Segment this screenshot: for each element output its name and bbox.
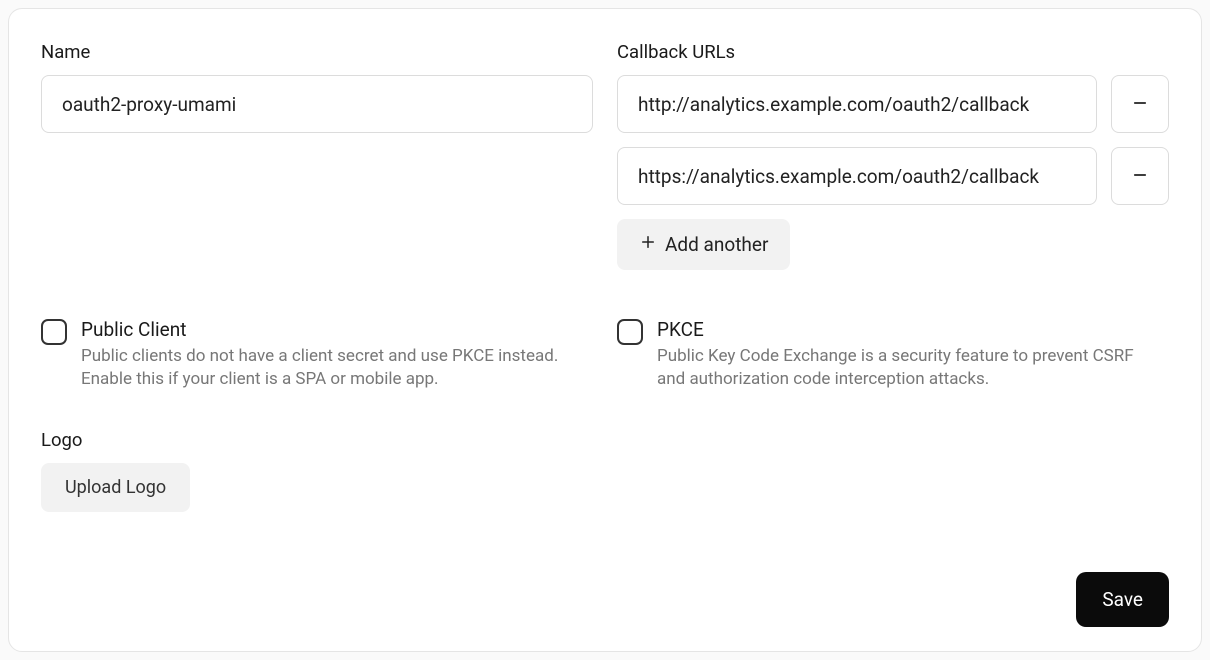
callback-urls-label: Callback URLs bbox=[617, 41, 1169, 63]
pkce-description: Public Key Code Exchange is a security f… bbox=[657, 345, 1137, 391]
pkce-checkbox-block: PKCE Public Key Code Exchange is a secur… bbox=[617, 318, 1169, 391]
remove-callback-button[interactable] bbox=[1111, 75, 1169, 133]
name-field-group: Name bbox=[41, 41, 593, 270]
name-label: Name bbox=[41, 41, 593, 63]
public-client-text: Public Client Public clients do not have… bbox=[81, 318, 561, 391]
form-top-row: Name Callback URLs bbox=[41, 41, 1169, 270]
name-input[interactable] bbox=[41, 75, 593, 133]
save-button[interactable]: Save bbox=[1076, 572, 1169, 627]
logo-section: Logo Upload Logo bbox=[41, 429, 1169, 512]
pkce-label: PKCE bbox=[657, 318, 1137, 341]
callback-url-row bbox=[617, 147, 1169, 205]
oauth-client-form-card: Name Callback URLs bbox=[8, 8, 1202, 652]
plus-icon bbox=[639, 233, 657, 256]
logo-label: Logo bbox=[41, 429, 1169, 451]
minus-icon bbox=[1131, 94, 1149, 115]
add-callback-button[interactable]: Add another bbox=[617, 219, 790, 270]
upload-logo-button[interactable]: Upload Logo bbox=[41, 463, 190, 512]
remove-callback-button[interactable] bbox=[1111, 147, 1169, 205]
callback-url-input[interactable] bbox=[617, 75, 1097, 133]
save-row: Save bbox=[41, 572, 1169, 627]
save-label: Save bbox=[1102, 588, 1143, 611]
add-callback-label: Add another bbox=[665, 233, 768, 256]
public-client-checkbox-block: Public Client Public clients do not have… bbox=[41, 318, 593, 391]
public-client-description: Public clients do not have a client secr… bbox=[81, 345, 561, 391]
pkce-checkbox[interactable] bbox=[617, 319, 643, 345]
callback-field-group: Callback URLs bbox=[617, 41, 1169, 270]
callback-url-row bbox=[617, 75, 1169, 133]
public-client-label: Public Client bbox=[81, 318, 561, 341]
minus-icon bbox=[1131, 166, 1149, 187]
pkce-text: PKCE Public Key Code Exchange is a secur… bbox=[657, 318, 1137, 391]
callback-url-input[interactable] bbox=[617, 147, 1097, 205]
public-client-checkbox[interactable] bbox=[41, 319, 67, 345]
checkbox-row: Public Client Public clients do not have… bbox=[41, 318, 1169, 391]
upload-logo-label: Upload Logo bbox=[65, 477, 166, 498]
